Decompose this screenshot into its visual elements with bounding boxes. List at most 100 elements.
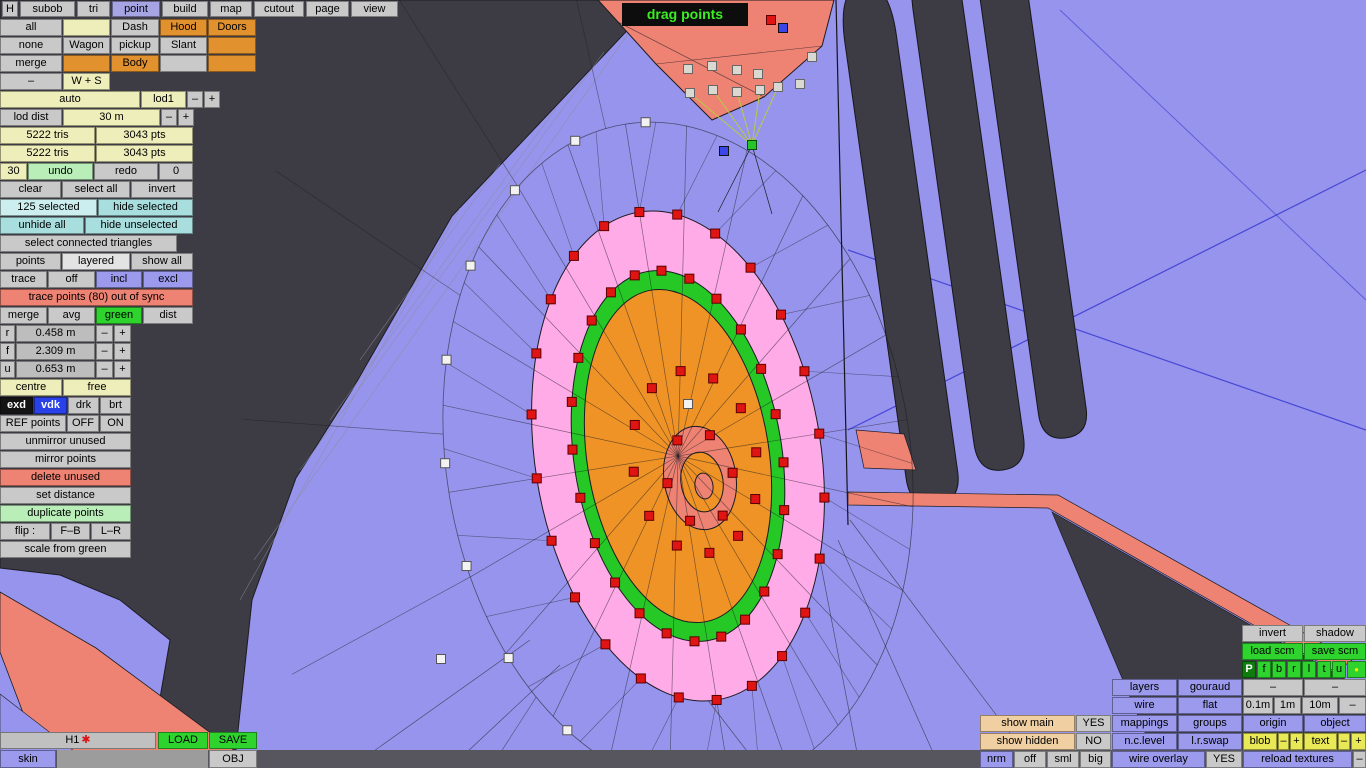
mappings-button[interactable]: mappings bbox=[1112, 715, 1177, 732]
flag-t-button[interactable]: t bbox=[1317, 661, 1331, 678]
exd-button[interactable]: exd bbox=[0, 397, 33, 414]
reload-minus-button[interactable]: – bbox=[1353, 751, 1366, 768]
r-value-field[interactable]: 0.458 m bbox=[16, 325, 95, 342]
origin-button[interactable]: origin bbox=[1243, 715, 1303, 732]
save-button[interactable]: SAVE bbox=[209, 732, 257, 749]
subob-slant-button[interactable]: Slant bbox=[160, 37, 207, 54]
flag-p-button[interactable]: P bbox=[1242, 661, 1256, 678]
drk-button[interactable]: drk bbox=[68, 397, 99, 414]
subob-all-button[interactable]: all bbox=[0, 19, 62, 36]
lod-dist-minus-button[interactable]: – bbox=[161, 109, 177, 126]
gouraud-minus-button[interactable]: – bbox=[1304, 679, 1366, 696]
nrm-button[interactable]: nrm bbox=[980, 751, 1013, 768]
subob-wagon-button[interactable]: Wagon bbox=[63, 37, 110, 54]
wire-button[interactable]: wire bbox=[1112, 697, 1177, 714]
lod1-button[interactable]: lod1 bbox=[141, 91, 186, 108]
lod-dist-plus-button[interactable]: + bbox=[178, 109, 194, 126]
subob-none-button[interactable]: none bbox=[0, 37, 62, 54]
grid-10m-button[interactable]: 10m bbox=[1302, 697, 1338, 714]
f-value-field[interactable]: 2.309 m bbox=[16, 343, 95, 360]
nrm-big-button[interactable]: big bbox=[1080, 751, 1111, 768]
load-scm-button[interactable]: load scm bbox=[1242, 643, 1303, 660]
merge-points-button[interactable]: merge bbox=[0, 307, 47, 324]
subob-cell-blank[interactable] bbox=[160, 55, 207, 72]
trace-off-button[interactable]: off bbox=[48, 271, 95, 288]
trace-incl-button[interactable]: incl bbox=[96, 271, 142, 288]
subob-pickup-button[interactable]: pickup bbox=[111, 37, 159, 54]
flip-lr-button[interactable]: L–R bbox=[91, 523, 131, 540]
unmirror-unused-button[interactable]: unmirror unused bbox=[0, 433, 131, 450]
f-minus-button[interactable]: – bbox=[96, 343, 113, 360]
r-minus-button[interactable]: – bbox=[96, 325, 113, 342]
subob-doors-button[interactable]: Doors bbox=[208, 19, 256, 36]
show-hidden-button[interactable]: show hidden bbox=[980, 733, 1075, 750]
brt-button[interactable]: brt bbox=[100, 397, 131, 414]
text-plus-button[interactable]: + bbox=[1351, 733, 1366, 750]
menu-item-map[interactable]: map bbox=[210, 1, 252, 17]
menu-item-cutout[interactable]: cutout bbox=[254, 1, 304, 17]
viewport-3d-canvas[interactable] bbox=[0, 0, 1366, 768]
points-mode-button[interactable]: points bbox=[0, 253, 61, 270]
invert-normals-button[interactable]: invert bbox=[1242, 625, 1303, 642]
subob-wps-button[interactable]: W + S bbox=[63, 73, 110, 90]
menu-item-build[interactable]: build bbox=[162, 1, 208, 17]
gouraud-button[interactable]: gouraud bbox=[1178, 679, 1242, 696]
layered-mode-button[interactable]: layered bbox=[62, 253, 130, 270]
lod-minus-button[interactable]: – bbox=[187, 91, 203, 108]
menu-item-view[interactable]: view bbox=[351, 1, 398, 17]
subob-cell-blank[interactable] bbox=[63, 55, 110, 72]
lr-swap-button[interactable]: l.r.swap bbox=[1178, 733, 1242, 750]
menu-item-page[interactable]: page bbox=[306, 1, 349, 17]
flat-button[interactable]: flat bbox=[1178, 697, 1242, 714]
hide-unselected-button[interactable]: hide unselected bbox=[85, 217, 193, 234]
flag-l-button[interactable]: l bbox=[1302, 661, 1316, 678]
show-all-button[interactable]: show all bbox=[131, 253, 193, 270]
object-button[interactable]: object bbox=[1304, 715, 1366, 732]
lod-plus-button[interactable]: + bbox=[204, 91, 220, 108]
lod-dist-value[interactable]: 30 m bbox=[63, 109, 160, 126]
flag-r-button[interactable]: r bbox=[1287, 661, 1301, 678]
load-button[interactable]: LOAD bbox=[158, 732, 208, 749]
show-main-button[interactable]: show main bbox=[980, 715, 1075, 732]
show-main-value[interactable]: YES bbox=[1076, 715, 1111, 732]
grid-01m-button[interactable]: 0.1m bbox=[1243, 697, 1273, 714]
avg-button[interactable]: avg bbox=[48, 307, 95, 324]
flag-f-button[interactable]: f bbox=[1257, 661, 1271, 678]
flag-b-button[interactable]: b bbox=[1272, 661, 1286, 678]
wire-overlay-value[interactable]: YES bbox=[1206, 751, 1242, 768]
menu-item-tri[interactable]: tri bbox=[77, 1, 110, 17]
flag-u-button[interactable]: u bbox=[1332, 661, 1346, 678]
vdk-button[interactable]: vdk bbox=[34, 397, 67, 414]
ref-on-button[interactable]: ON bbox=[100, 415, 131, 432]
nrm-sml-button[interactable]: sml bbox=[1047, 751, 1079, 768]
centre-button[interactable]: centre bbox=[0, 379, 62, 396]
blob-plus-button[interactable]: + bbox=[1290, 733, 1303, 750]
grid-1m-button[interactable]: 1m bbox=[1274, 697, 1301, 714]
subob-cell-blank[interactable] bbox=[208, 37, 256, 54]
select-all-button[interactable]: select all bbox=[62, 181, 130, 198]
menu-item-point[interactable]: point bbox=[112, 1, 160, 17]
reload-textures-button[interactable]: reload textures bbox=[1243, 751, 1352, 768]
flip-fb-button[interactable]: F–B bbox=[51, 523, 90, 540]
blob-minus-button[interactable]: – bbox=[1278, 733, 1289, 750]
u-value-field[interactable]: 0.653 m bbox=[16, 361, 95, 378]
clear-button[interactable]: clear bbox=[0, 181, 61, 198]
menu-item-h[interactable]: H bbox=[2, 1, 18, 17]
u-plus-button[interactable]: + bbox=[114, 361, 131, 378]
groups-button[interactable]: groups bbox=[1178, 715, 1242, 732]
hide-selected-button[interactable]: hide selected bbox=[98, 199, 193, 216]
subob-minus-button[interactable]: – bbox=[0, 73, 62, 90]
trace-excl-button[interactable]: excl bbox=[143, 271, 193, 288]
show-hidden-value[interactable]: NO bbox=[1076, 733, 1111, 750]
duplicate-points-button[interactable]: duplicate points bbox=[0, 505, 131, 522]
scale-from-green-button[interactable]: scale from green bbox=[0, 541, 131, 558]
wire-overlay-button[interactable]: wire overlay bbox=[1112, 751, 1205, 768]
subob-body-button[interactable]: Body bbox=[111, 55, 159, 72]
select-connected-button[interactable]: select connected triangles bbox=[0, 235, 177, 252]
f-plus-button[interactable]: + bbox=[114, 343, 131, 360]
skin-button[interactable]: skin bbox=[0, 750, 56, 768]
u-minus-button[interactable]: – bbox=[96, 361, 113, 378]
subob-hood-button[interactable]: Hood bbox=[160, 19, 207, 36]
subob-cell-blank[interactable] bbox=[63, 19, 110, 36]
blob-button[interactable]: blob bbox=[1243, 733, 1277, 750]
